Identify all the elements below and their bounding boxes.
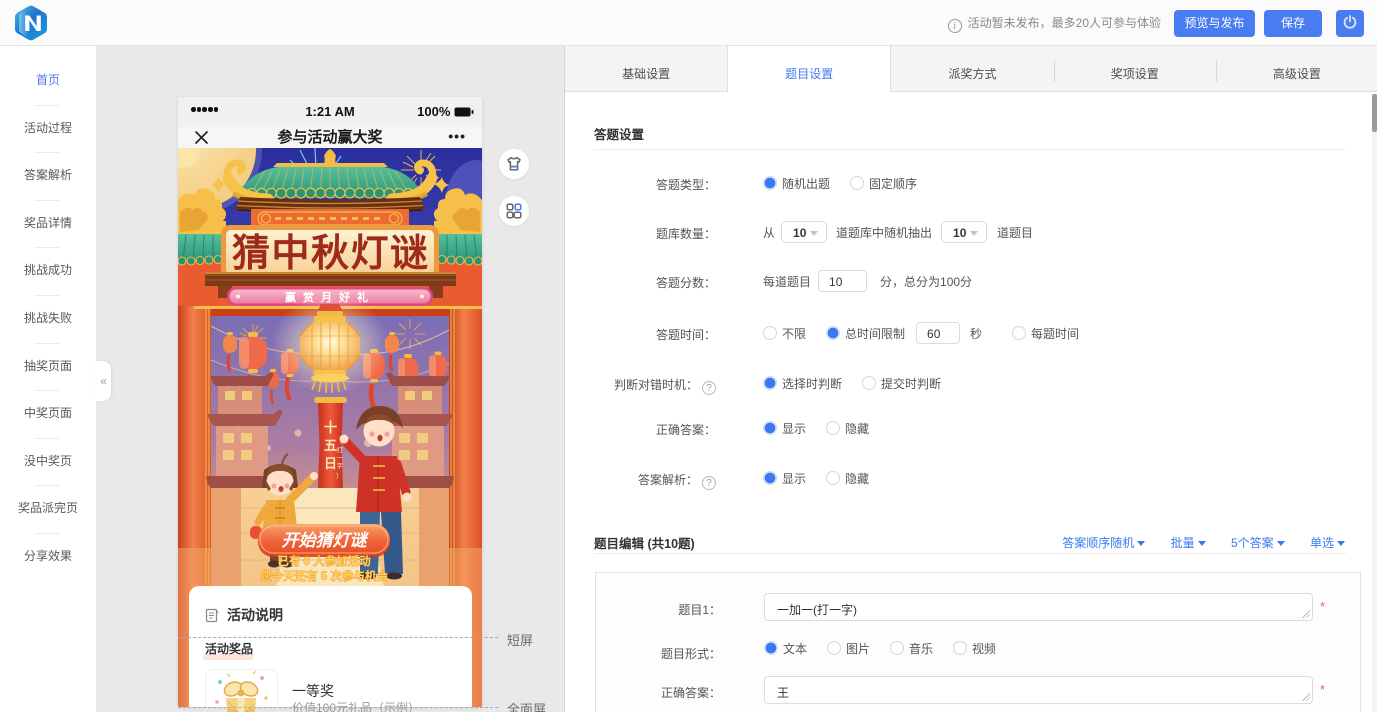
svg-text:开始猜灯谜: 开始猜灯谜 [282,531,370,550]
svg-text:〕: 〕 [336,472,343,480]
svg-text:一: 一 [337,455,344,462]
svg-text:已有 0 人参加活动: 已有 0 人参加活动 [277,554,371,568]
svg-text:猜中秋灯谜: 猜中秋灯谜 [232,233,428,275]
svg-text:字: 字 [337,461,344,470]
svg-text:十: 十 [324,420,337,435]
svg-text:您今天还有 5 次参与机会: 您今天还有 5 次参与机会 [260,569,388,583]
svg-text:打: 打 [337,445,344,454]
svg-text:日: 日 [324,456,337,471]
